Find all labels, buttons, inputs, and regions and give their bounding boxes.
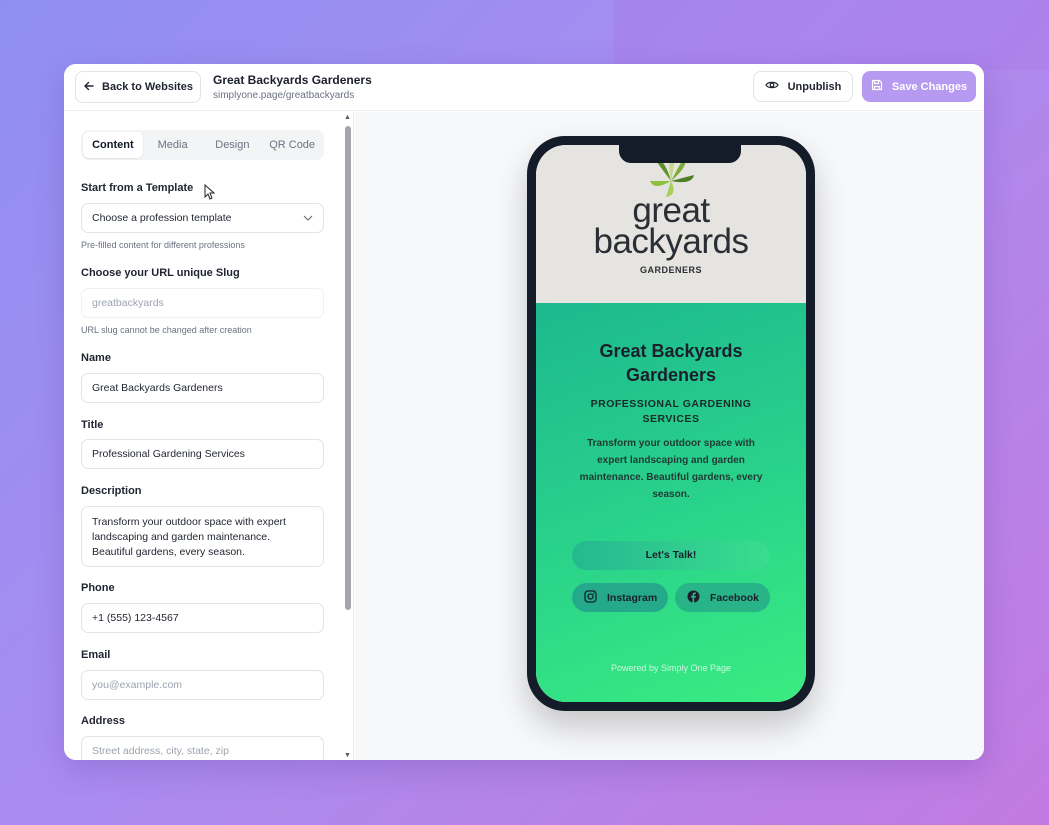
powered-by-text: Powered by Simply One Page bbox=[610, 663, 732, 673]
mobile-preview-area: great backyards GARDENERS Great Backyard… bbox=[355, 112, 984, 760]
email-input[interactable]: you@example.com bbox=[81, 670, 324, 700]
site-title: Great Backyards Gardeners bbox=[213, 73, 372, 87]
facebook-button[interactable]: Facebook bbox=[675, 583, 770, 612]
instagram-label: Instagram bbox=[607, 591, 658, 604]
phone-input[interactable]: +1 (555) 123-4567 bbox=[81, 603, 324, 633]
save-label: Save Changes bbox=[891, 80, 968, 93]
facebook-icon bbox=[687, 590, 700, 606]
business-name: Great Backyards Gardeners bbox=[599, 341, 743, 385]
phone-notch bbox=[619, 145, 741, 163]
chevron-down-icon bbox=[303, 212, 313, 224]
arrow-left-icon bbox=[83, 80, 95, 95]
description-label: Description bbox=[81, 485, 142, 497]
editor-window: Back to Websites Great Backyards Gardene… bbox=[64, 64, 984, 760]
email-label: Email bbox=[81, 649, 111, 661]
template-select[interactable]: Choose a profession template bbox=[81, 203, 324, 233]
panel-scrollbar[interactable]: ▲ ▼ bbox=[343, 112, 353, 760]
address-label: Address bbox=[81, 715, 126, 727]
instagram-button[interactable]: Instagram bbox=[572, 583, 668, 612]
slug-input[interactable]: greatbackyards bbox=[81, 288, 324, 318]
address-input[interactable]: Street address, city, state, zip bbox=[81, 736, 324, 760]
top-bar: Back to Websites Great Backyards Gardene… bbox=[64, 64, 984, 111]
scroll-down-arrow-icon[interactable]: ▼ bbox=[344, 752, 351, 759]
tab-media[interactable]: Media bbox=[143, 132, 203, 158]
template-label: Start from a Template bbox=[81, 182, 194, 194]
editor-tabs: Content Media Design QR Code bbox=[81, 130, 324, 160]
phone-frame: great backyards GARDENERS Great Backyard… bbox=[527, 136, 815, 711]
profile-card: Great Backyards Gardeners PROFESSIONAL G… bbox=[536, 303, 806, 702]
template-select-value: Choose a profession template bbox=[92, 212, 232, 224]
slug-hint: URL slug cannot be changed after creatio… bbox=[81, 325, 252, 335]
logo-text-backyards: backyards bbox=[593, 222, 749, 261]
tab-qr-code[interactable]: QR Code bbox=[262, 132, 322, 158]
template-hint: Pre-filled content for different profess… bbox=[81, 240, 245, 250]
tab-design[interactable]: Design bbox=[203, 132, 263, 158]
unpublish-label: Unpublish bbox=[787, 80, 842, 93]
title-label: Title bbox=[81, 419, 104, 431]
phone-label: Phone bbox=[81, 582, 115, 594]
lets-talk-button[interactable]: Let's Talk! bbox=[572, 541, 770, 570]
business-title: PROFESSIONAL GARDENING SERVICES bbox=[590, 398, 752, 425]
unpublish-button[interactable]: Unpublish bbox=[753, 71, 853, 102]
scroll-up-arrow-icon[interactable]: ▲ bbox=[344, 114, 351, 121]
name-label: Name bbox=[81, 352, 111, 364]
title-input[interactable]: Professional Gardening Services bbox=[81, 439, 324, 469]
phone-screen: great backyards GARDENERS Great Backyard… bbox=[536, 145, 806, 702]
content-editor-panel: Content Media Design QR Code Start from … bbox=[64, 112, 354, 760]
background-block bbox=[614, 0, 1049, 70]
cursor-icon bbox=[204, 183, 216, 205]
tab-content[interactable]: Content bbox=[83, 132, 143, 158]
back-button-label: Back to Websites bbox=[102, 81, 193, 93]
slug-label: Choose your URL unique Slug bbox=[81, 267, 240, 279]
instagram-icon bbox=[584, 589, 597, 606]
site-url: simplyone.page/greatbackyards bbox=[213, 90, 355, 101]
logo-banner: great backyards GARDENERS bbox=[536, 145, 806, 303]
scroll-thumb[interactable] bbox=[345, 126, 351, 610]
eye-icon bbox=[764, 80, 779, 93]
save-icon bbox=[871, 79, 883, 94]
business-description: Transform your outdoor space with expert… bbox=[579, 438, 763, 500]
save-changes-button[interactable]: Save Changes bbox=[862, 71, 976, 102]
back-to-websites-button[interactable]: Back to Websites bbox=[75, 71, 201, 103]
name-input[interactable]: Great Backyards Gardeners bbox=[81, 373, 324, 403]
logo-text-gardeners: GARDENERS bbox=[639, 265, 702, 275]
description-textarea[interactable]: Transform your outdoor space with expert… bbox=[81, 506, 324, 567]
facebook-label: Facebook bbox=[710, 591, 760, 604]
